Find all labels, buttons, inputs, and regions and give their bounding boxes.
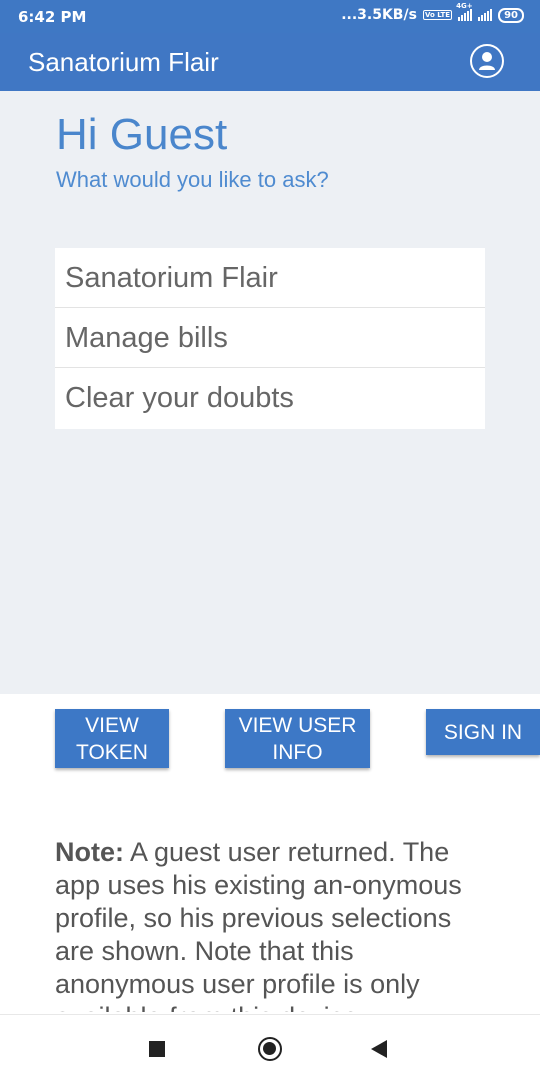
option-manage-bills[interactable]: Manage bills <box>55 308 485 368</box>
option-sanatorium-flair[interactable]: Sanatorium Flair <box>55 248 485 308</box>
signal-icon <box>478 9 493 21</box>
app-title: Sanatorium Flair <box>28 47 219 77</box>
view-user-info-button[interactable]: VIEW USER INFO <box>225 709 370 768</box>
battery-icon: 90 <box>498 7 524 23</box>
network-type: 4G+ <box>456 2 473 10</box>
view-token-button[interactable]: VIEW TOKEN <box>55 709 169 768</box>
status-bar: 6:42 PM ...3.5KB/s Vo LTE 4G+ 90 <box>0 0 540 33</box>
main-content: Hi Guest What would you like to ask? San… <box>0 91 540 694</box>
app-bar: Sanatorium Flair <box>0 33 540 91</box>
network-speed: ...3.5KB/s <box>341 7 417 23</box>
sign-in-button[interactable]: SIGN IN <box>426 709 540 755</box>
note-text: Note: A guest user returned. The app use… <box>55 836 475 1012</box>
signal-4g-icon: 4G+ <box>456 2 473 21</box>
greeting-heading: Hi Guest <box>56 110 228 159</box>
greeting-subtitle: What would you like to ask? <box>56 167 329 192</box>
recents-square-icon[interactable] <box>149 1041 165 1057</box>
volte-icon: Vo LTE <box>422 10 453 20</box>
option-clear-doubts[interactable]: Clear your doubts <box>55 368 485 429</box>
status-time: 6:42 PM <box>18 8 87 26</box>
navigation-bar <box>0 1014 540 1081</box>
account-circle-icon[interactable] <box>470 44 504 78</box>
options-list: Sanatorium Flair Manage bills Clear your… <box>55 248 485 429</box>
back-triangle-icon[interactable] <box>371 1040 387 1058</box>
note-label: Note: <box>55 837 124 867</box>
status-indicators: ...3.5KB/s Vo LTE 4G+ 90 <box>341 2 524 23</box>
home-circle-icon[interactable] <box>258 1037 282 1061</box>
